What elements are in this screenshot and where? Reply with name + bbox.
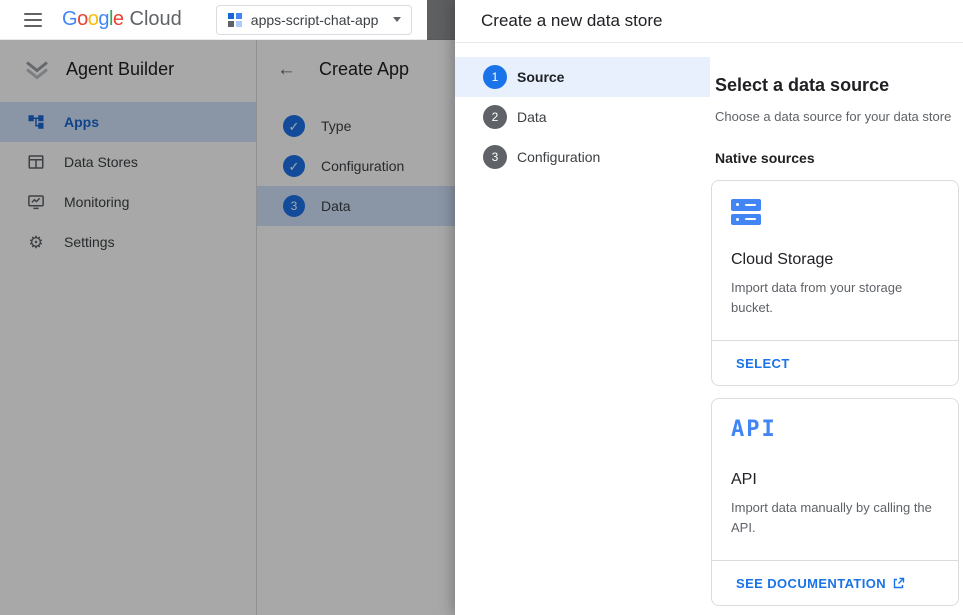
logo-cloud-text: Cloud [130,8,182,31]
modal-scrim[interactable] [427,0,455,40]
logo-letter: o [77,8,88,31]
cloud-storage-icon [731,199,761,225]
project-selector[interactable]: apps-script-chat-app [216,5,412,35]
card-actions: SELECT [712,340,958,385]
card-description: Import data manually by calling the API. [731,498,945,538]
stepper-item-data[interactable]: 2 Data [455,97,710,137]
see-documentation-link[interactable]: SEE DOCUMENTATION [736,576,905,591]
card-title: API [731,471,950,489]
api-icon: API [731,417,950,445]
see-documentation-label: SEE DOCUMENTATION [736,576,886,591]
chevron-down-icon [393,17,401,22]
step-number-icon: 2 [483,105,507,129]
screen: Google Cloud apps-script-chat-app [0,0,963,615]
card-api: API API Import data manually by calling … [711,398,959,606]
content-subheading: Choose a data source for your data store [715,109,961,124]
logo-letter: G [62,8,77,31]
card-body: Cloud Storage Import data from your stor… [712,181,958,340]
project-icon [227,12,243,28]
stepper-item-configuration[interactable]: 3 Configuration [455,137,710,177]
logo-letter: g [98,8,109,31]
logo-letter: e [113,8,124,31]
logo-letter: o [88,8,99,31]
external-link-icon [892,577,905,590]
card-description: Import data from your storage bucket. [731,278,945,318]
card-cloud-storage: Cloud Storage Import data from your stor… [711,180,959,386]
stepper-item-source[interactable]: 1 Source [455,57,710,97]
modal-scrim[interactable] [0,40,455,615]
dialog-header: Create a new data store [455,0,963,43]
card-title: Cloud Storage [731,251,950,269]
content-heading: Select a data source [715,75,961,95]
step-number-icon: 1 [483,65,507,89]
stepper-label: Configuration [517,149,600,165]
stepper-label: Data [517,109,547,125]
google-cloud-logo[interactable]: Google Cloud [62,8,182,31]
step-number-icon: 3 [483,145,507,169]
select-button[interactable]: SELECT [736,356,790,371]
native-sources-label: Native sources [715,150,961,166]
card-actions: SEE DOCUMENTATION [712,560,958,605]
create-data-store-dialog: Create a new data store 1 Source 2 Data … [455,0,963,615]
select-button-label: SELECT [736,356,790,371]
project-name: apps-script-chat-app [251,12,385,28]
dialog-stepper: 1 Source 2 Data 3 Configuration [455,57,710,177]
topbar: Google Cloud apps-script-chat-app [0,0,455,40]
dialog-content: Select a data source Choose a data sourc… [711,75,961,606]
stepper-label: Source [517,69,564,85]
dialog-title: Create a new data store [481,11,662,31]
hamburger-menu-button[interactable] [24,13,42,27]
card-body: API API Import data manually by calling … [712,399,958,560]
